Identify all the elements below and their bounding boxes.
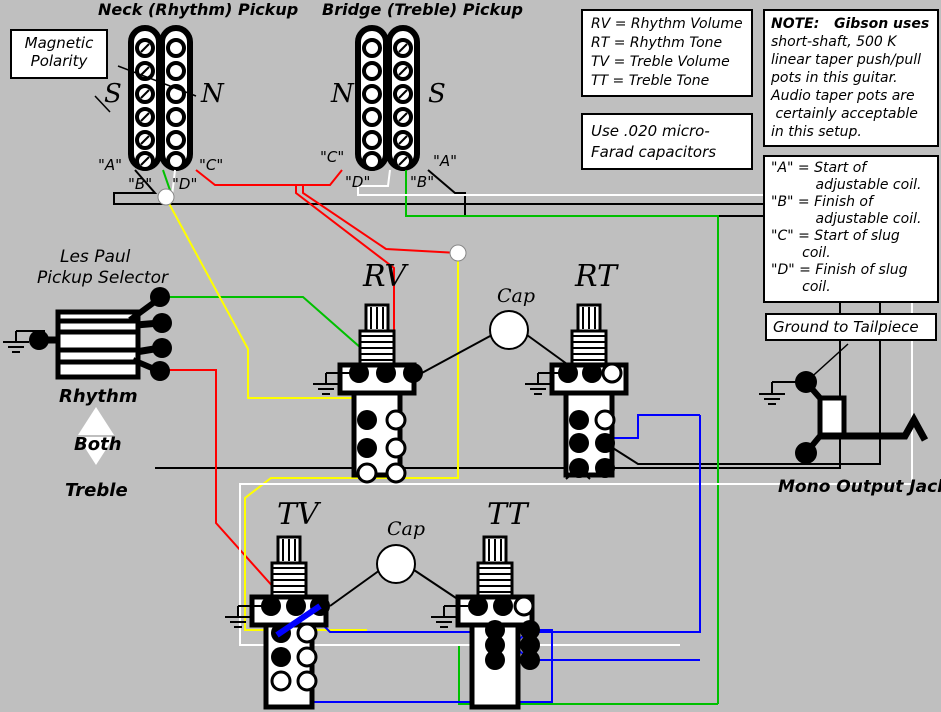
bridge-lead-a-label: "A" — [433, 152, 458, 170]
pot-rt-label: RT — [575, 259, 618, 294]
pot-tt-label: TT — [487, 497, 528, 532]
capacitor-top-label: Cap — [497, 285, 536, 307]
selector-title-line-2: Pickup Selector — [37, 268, 168, 288]
pot-note-box: NOTE: Gibson uses short-shaft, 500 K lin… — [763, 9, 939, 147]
selector-title-line-1: Les Paul — [60, 247, 131, 267]
pot-rv-label: RV — [363, 259, 407, 294]
neck-pickup-title: Neck (Rhythm) Pickup — [98, 0, 299, 19]
magnetic-polarity-line-2: Polarity — [30, 52, 88, 70]
pot-note-line-4: pots in this guitar. — [771, 70, 898, 86]
legend-line-rv: RV = Rhythm Volume — [591, 16, 743, 32]
ground-to-tailpiece-label: Ground to Tailpiece — [773, 318, 919, 336]
pot-rt[interactable] — [524, 305, 626, 480]
pot-note-line-3: linear taper push/pull — [771, 52, 922, 68]
neck-lead-a-label: "A" — [98, 156, 123, 174]
mono-output-jack[interactable] — [758, 343, 929, 464]
abbreviation-legend-box: RV = Rhythm Volume RT = Rhythm Tone TV =… — [581, 9, 753, 97]
pot-note-line-7: in this setup. — [771, 124, 862, 140]
ground-to-tailpiece-box: Ground to Tailpiece — [765, 313, 937, 341]
coil-legend-line-8: coil. — [771, 279, 831, 295]
bridge-pickup-title: Bridge (Treble) Pickup — [322, 0, 523, 19]
neck-north-label: N — [201, 79, 224, 109]
selector-position-treble: Treble — [65, 480, 128, 501]
capacitor-bottom — [329, 544, 469, 607]
pickup-selector-switch[interactable] — [2, 287, 172, 381]
pot-tt[interactable] — [430, 537, 540, 707]
coil-legend-line-2: adjustable coil. — [771, 177, 922, 193]
coil-legend-line-6: coil. — [771, 245, 831, 261]
pot-rv[interactable] — [312, 305, 423, 484]
pot-note-line-6: certainly acceptable — [771, 106, 918, 122]
pot-note-line-2: short-shaft, 500 K — [771, 34, 897, 50]
capacitor-note-box: Use .020 micro- Farad capacitors — [581, 113, 753, 170]
coil-legend-line-7: "D" = Finish of slug — [771, 262, 908, 278]
neck-south-label: S — [104, 79, 122, 109]
neck-lead-b-label: "B" — [128, 175, 153, 193]
legend-line-tv: TV = Treble Volume — [591, 54, 730, 70]
neck-pickup-graphic — [131, 28, 190, 171]
legend-line-rt: RT = Rhythm Tone — [591, 35, 723, 51]
bridge-lead-d-label: "D" — [345, 173, 371, 191]
bridge-pickup-graphic — [358, 28, 417, 171]
selector-position-rhythm: Rhythm — [59, 386, 138, 407]
coil-legend-line-1: "A" = Start of — [771, 160, 867, 176]
coil-legend-line-3: "B" = Finish of — [771, 194, 873, 210]
capacitor-note-line-1: Use .020 micro- — [591, 122, 710, 140]
selector-position-both: Both — [74, 434, 122, 455]
bridge-north-label: N — [331, 79, 354, 109]
bridge-lead-c-label: "C" — [320, 148, 345, 166]
coil-legend-box: "A" = Start of adjustable coil. "B" = Fi… — [763, 155, 939, 303]
bridge-south-label: S — [428, 79, 446, 109]
wiring-diagram-canvas: Neck (Rhythm) Pickup Bridge (Treble) Pic… — [0, 0, 941, 712]
magnetic-polarity-box: Magnetic Polarity — [10, 29, 108, 79]
neck-lead-c-label: "C" — [199, 156, 224, 174]
magnetic-polarity-line-1: Magnetic — [24, 34, 94, 52]
pot-tv-label: TV — [277, 497, 319, 532]
legend-line-tt: TT = Treble Tone — [591, 73, 710, 89]
mono-output-jack-label: Mono Output Jack — [778, 477, 941, 497]
coil-legend-line-5: "C" = Start of slug — [771, 228, 900, 244]
capacitor-bottom-label: Cap — [387, 518, 426, 540]
pot-note-line-1: NOTE: Gibson uses — [771, 16, 930, 32]
capacitor-note-line-2: Farad capacitors — [591, 143, 717, 161]
pot-note-line-5: Audio taper pots are — [771, 88, 915, 104]
coil-legend-line-4: adjustable coil. — [771, 211, 922, 227]
bridge-lead-b-label: "B" — [410, 173, 435, 191]
neck-lead-d-label: "D" — [172, 175, 198, 193]
